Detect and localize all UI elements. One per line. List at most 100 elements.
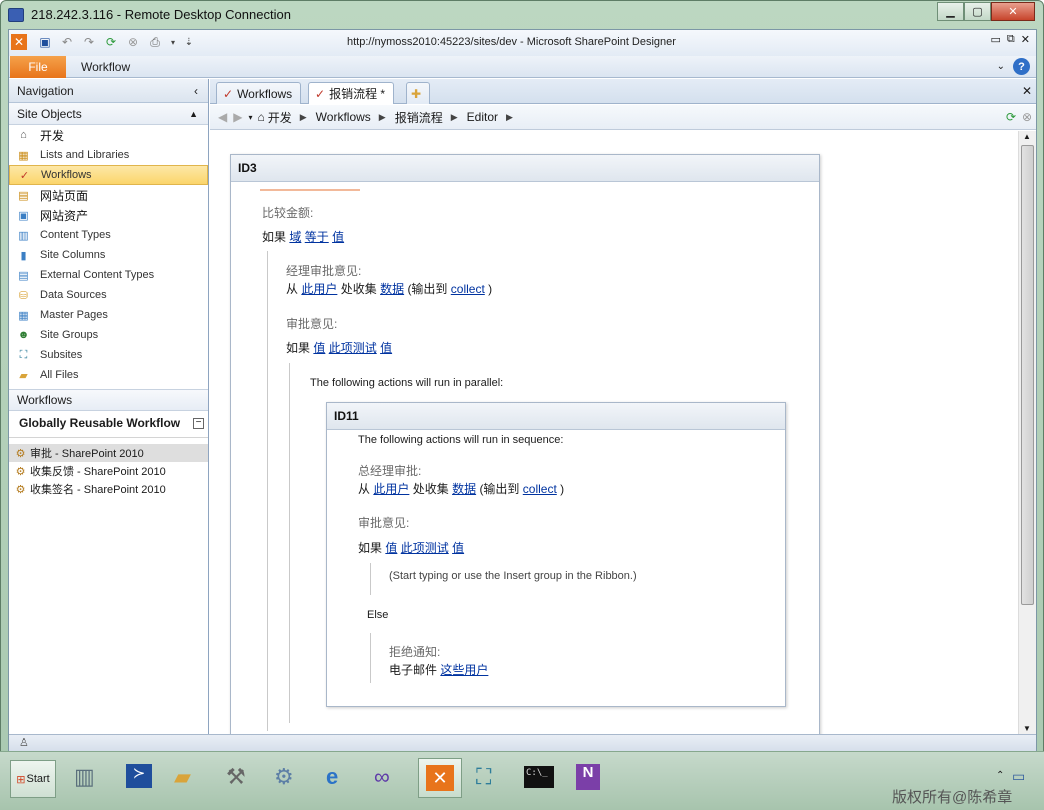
app-close-button[interactable]: ✕ — [1021, 33, 1030, 46]
scroll-up-icon[interactable]: ▲ — [1023, 132, 1031, 141]
nav-item-subsites[interactable]: ⛶ Subsites — [9, 345, 208, 365]
customize-qat-icon[interactable]: ⇣ — [181, 34, 197, 50]
ribbon-expand-icon[interactable]: ⌄ — [997, 61, 1005, 72]
value-link[interactable]: 值 — [332, 230, 344, 244]
nav-item-lists[interactable]: ▦ Lists and Libraries — [9, 145, 208, 165]
else-keyword[interactable]: Else — [367, 609, 388, 621]
site-objects-title: Site Objects — [17, 106, 82, 121]
nav-item-home[interactable]: ⌂ 开发 — [9, 125, 208, 145]
nav-item-assets[interactable]: ▣ 网站资产 — [9, 205, 208, 225]
network-tray-icon[interactable]: ▭ — [1012, 768, 1025, 785]
tools-icon[interactable]: ⚒ — [226, 764, 246, 790]
tab-file[interactable]: File — [10, 56, 66, 78]
nav-item-external-content-types[interactable]: ▤ External Content Types — [9, 265, 208, 285]
preview-dropdown-icon[interactable]: ▾ — [165, 34, 181, 50]
value-link[interactable]: 值 — [380, 341, 392, 355]
save-icon[interactable]: ▣ — [37, 34, 53, 50]
operator-link[interactable]: 此项测试 — [329, 341, 377, 355]
users-link[interactable]: 这些用户 — [440, 663, 488, 677]
sequence-block-label[interactable]: The following actions will run in sequen… — [358, 434, 563, 446]
nav-item-master-pages[interactable]: ▦ Master Pages — [9, 305, 208, 325]
minimize-button[interactable]: ▁ — [937, 2, 964, 21]
operator-link[interactable]: 等于 — [305, 230, 329, 244]
value-link[interactable]: 值 — [452, 541, 464, 555]
powershell-icon[interactable]: ≻ — [126, 764, 152, 788]
breadcrumb-arrow-icon[interactable]: ▶ — [300, 112, 307, 123]
breadcrumb-item[interactable]: Workflows — [316, 110, 371, 124]
app-restore-button[interactable]: ⧉ — [1007, 33, 1015, 46]
redo-icon[interactable]: ↷ — [81, 34, 97, 50]
ie-icon[interactable]: e — [326, 764, 338, 790]
nav-item-data-sources[interactable]: ⛁ Data Sources — [9, 285, 208, 305]
breadcrumb-arrow-icon[interactable]: ▶ — [451, 112, 458, 123]
step-title[interactable]: ID3 — [231, 155, 819, 182]
server-manager-icon[interactable]: ▥ — [74, 764, 95, 790]
user-link[interactable]: 此用户 — [373, 482, 409, 496]
data-link[interactable]: 数据 — [380, 282, 404, 296]
user-link[interactable]: 此用户 — [301, 282, 337, 296]
history-dropdown-icon[interactable]: ▾ — [248, 113, 252, 122]
help-icon[interactable]: ? — [1013, 58, 1030, 75]
step-title[interactable]: ID11 — [327, 403, 785, 430]
nav-item-workflows[interactable]: ✓ Workflows — [9, 165, 208, 185]
breadcrumb-item[interactable]: 开发 — [268, 109, 292, 126]
workflow-item-signatures[interactable]: ⚙ 收集签名 - SharePoint 2010 — [9, 480, 208, 498]
workflow-item-approval[interactable]: ⚙ 审批 - SharePoint 2010 — [9, 444, 208, 462]
settings-icon[interactable]: ⚙ — [274, 764, 294, 790]
data-link[interactable]: 数据 — [452, 482, 476, 496]
show-hidden-icons-button[interactable]: ⌃ — [996, 770, 1004, 781]
breadcrumb-arrow-icon[interactable]: ▶ — [379, 112, 386, 123]
vertical-scrollbar[interactable]: ▲ ▼ — [1018, 131, 1036, 734]
chevron-up-icon[interactable]: ▲ — [189, 109, 198, 119]
breadcrumb-item[interactable]: 报销流程 — [395, 109, 443, 126]
spd-logo-icon[interactable]: ✕ — [11, 34, 27, 50]
nav-item-pages[interactable]: ▤ 网站页面 — [9, 185, 208, 205]
nav-item-site-groups[interactable]: ☻ Site Groups — [9, 325, 208, 345]
breadcrumb-item[interactable]: Editor — [467, 110, 498, 124]
nav-item-site-columns[interactable]: ▮ Site Columns — [9, 245, 208, 265]
site-objects-header[interactable]: Site Objects ▲ — [9, 103, 208, 125]
start-button[interactable]: ⊞ Start — [10, 760, 56, 798]
command-prompt-icon[interactable]: C:\_ — [524, 766, 554, 788]
new-tab-button[interactable]: ✚ — [406, 82, 430, 104]
back-icon[interactable]: ◀ — [218, 110, 227, 124]
breadcrumb-arrow-icon[interactable]: ▶ — [506, 112, 513, 123]
value-link[interactable]: 值 — [385, 541, 397, 555]
variable-link[interactable]: collect — [451, 282, 485, 296]
preview-icon[interactable]: ⎙ — [147, 34, 163, 50]
close-button[interactable]: ✕ — [991, 2, 1035, 21]
collapse-group-icon[interactable]: − — [193, 417, 204, 429]
globally-reusable-group[interactable]: Globally Reusable Workflow − — [9, 411, 208, 435]
explorer-icon[interactable]: ▰ — [174, 764, 191, 790]
operator-link[interactable]: 此项测试 — [401, 541, 449, 555]
workflow-item-feedback[interactable]: ⚙ 收集反馈 - SharePoint 2010 — [9, 462, 208, 480]
value-link[interactable]: 值 — [313, 341, 325, 355]
stop-icon[interactable]: ⊗ — [125, 34, 141, 50]
close-tab-icon[interactable]: ✕ — [1022, 84, 1032, 98]
taskbar: ⊞ Start ▥ ≻ ▰ ⚒ ⚙ e ∞ ✕ ⛶ C:\_ N ⌃ ▭ 版权所有… — [0, 751, 1044, 810]
onenote-icon[interactable]: N — [576, 764, 600, 790]
refresh-icon[interactable]: ⟳ — [1006, 110, 1016, 124]
collapse-nav-icon[interactable]: ‹ — [194, 84, 198, 98]
sharepoint-designer-icon[interactable]: ✕ — [418, 758, 462, 798]
nav-item-content-types[interactable]: ▥ Content Types — [9, 225, 208, 245]
tab-expense-workflow[interactable]: ✓ 报销流程 * — [308, 82, 395, 104]
parallel-block-label[interactable]: The following actions will run in parall… — [310, 377, 503, 389]
nav-item-all-files[interactable]: ▰ All Files — [9, 365, 208, 385]
undo-icon[interactable]: ↶ — [59, 34, 75, 50]
assets-icon: ▣ — [18, 209, 29, 222]
network-icon[interactable]: ⛶ — [476, 764, 491, 790]
field-link[interactable]: 域 — [289, 230, 301, 244]
tab-workflows[interactable]: ✓ Workflows — [216, 82, 302, 104]
forward-icon[interactable]: ▶ — [233, 110, 242, 124]
app-minimize-button[interactable]: ▭ — [991, 33, 1001, 46]
scrollbar-thumb[interactable] — [1021, 145, 1034, 605]
empty-branch-placeholder[interactable]: (Start typing or use the Insert group in… — [389, 570, 637, 582]
visual-studio-icon[interactable]: ∞ — [374, 764, 390, 790]
scroll-down-icon[interactable]: ▼ — [1023, 724, 1031, 733]
refresh-icon[interactable]: ⟳ — [103, 34, 119, 50]
stop-icon[interactable]: ⊗ — [1022, 110, 1032, 124]
maximize-button[interactable]: ▢ — [964, 2, 991, 21]
variable-link[interactable]: collect — [523, 482, 557, 496]
tab-workflow[interactable]: Workflow — [81, 60, 130, 74]
